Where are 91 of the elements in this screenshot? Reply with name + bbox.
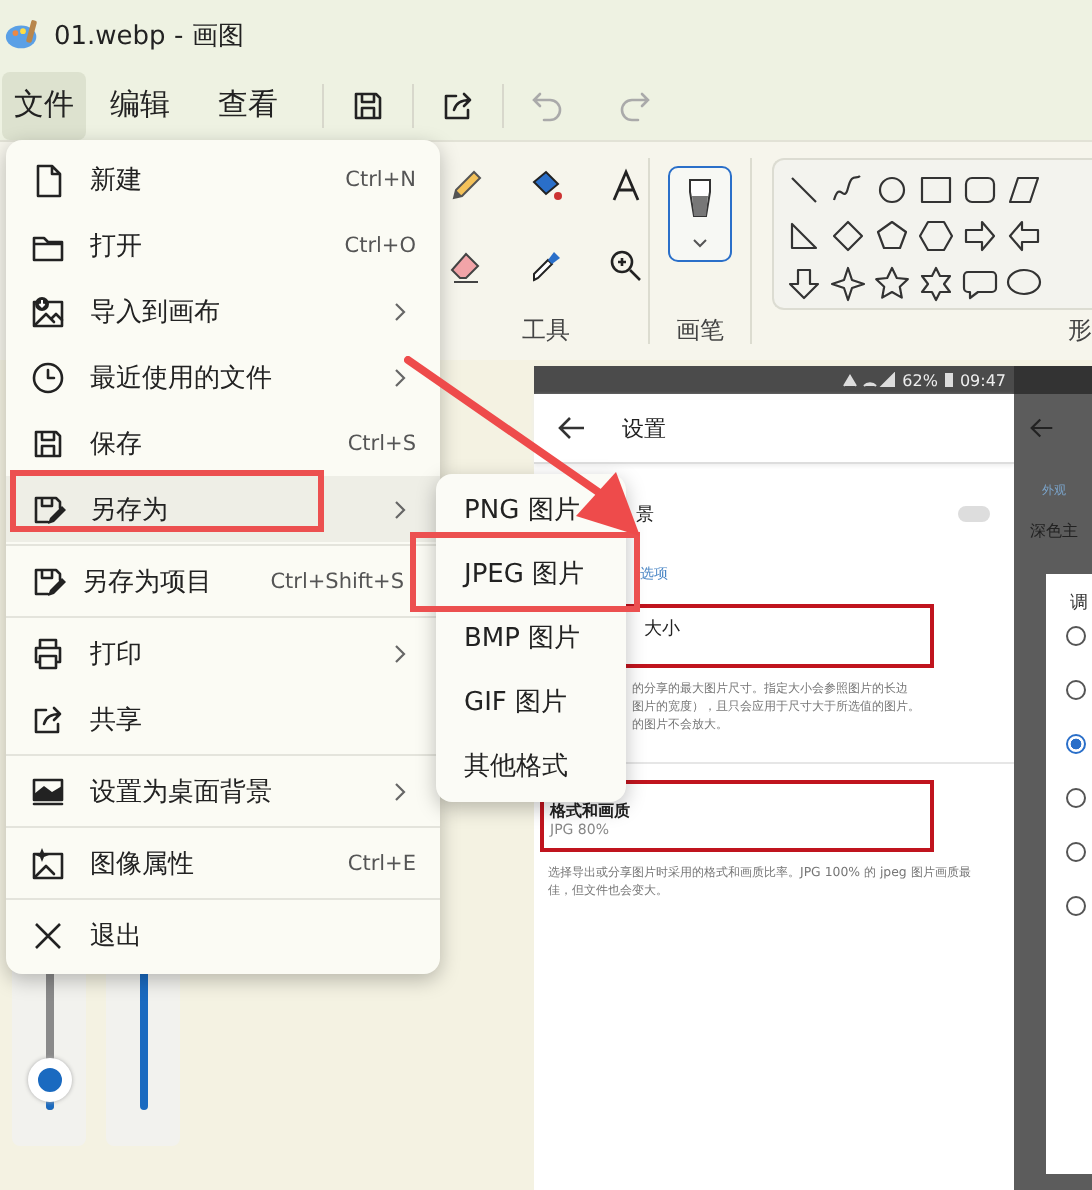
menu-item[interactable]: 保存 Ctrl+S bbox=[6, 410, 440, 476]
shape-icon[interactable] bbox=[1005, 218, 1042, 255]
slider-thumb[interactable] bbox=[27, 1058, 71, 1102]
zoom-icon[interactable] bbox=[605, 246, 646, 286]
radio-button[interactable] bbox=[1066, 896, 1086, 916]
close-icon bbox=[30, 917, 66, 953]
chevron-down-icon bbox=[689, 236, 710, 252]
menu-item[interactable]: 另存为 bbox=[6, 476, 440, 542]
palette-icon bbox=[4, 16, 42, 54]
radio-button[interactable] bbox=[1066, 680, 1086, 700]
shape-icon[interactable] bbox=[961, 265, 998, 302]
shape-icon[interactable] bbox=[1005, 172, 1042, 208]
group-label: 画笔 bbox=[675, 314, 724, 348]
menu-item-label: 打印 bbox=[90, 637, 144, 671]
back-icon bbox=[558, 416, 586, 440]
shape-icon[interactable] bbox=[917, 172, 954, 208]
status-time: 09:47 bbox=[959, 371, 1006, 389]
shortcut-label: Ctrl+Shift+S bbox=[270, 569, 404, 593]
menu-item[interactable]: 设置为桌面背景 bbox=[6, 758, 440, 824]
window-title: 01.webp - 画图 bbox=[54, 19, 244, 53]
menu-item[interactable]: 共享 bbox=[6, 686, 440, 752]
shape-icon[interactable] bbox=[873, 265, 910, 302]
shape-icon[interactable] bbox=[873, 218, 910, 255]
menu-item[interactable]: 其他格式 bbox=[436, 734, 626, 798]
desktop-image-icon bbox=[30, 773, 66, 809]
shape-icon[interactable] bbox=[829, 218, 866, 255]
toggle-switch[interactable] bbox=[958, 506, 990, 522]
menu-item[interactable]: 图像属性 Ctrl+E bbox=[6, 830, 440, 896]
image-import-icon bbox=[30, 293, 66, 329]
share-icon[interactable] bbox=[440, 87, 476, 123]
back-icon bbox=[1030, 416, 1054, 440]
menu-item[interactable]: 查看 bbox=[194, 71, 302, 139]
radio-button[interactable] bbox=[1066, 734, 1086, 754]
shape-icon[interactable] bbox=[829, 265, 866, 302]
menu-item-label: 设置为桌面背景 bbox=[90, 775, 274, 809]
menu-item-label: 保存 bbox=[90, 427, 144, 461]
battery-level: 62% bbox=[902, 371, 938, 389]
shape-icon[interactable] bbox=[961, 218, 998, 255]
menu-item[interactable]: 另存为项目 Ctrl+Shift+S bbox=[6, 548, 440, 614]
setting-label: 格式和画质 bbox=[550, 800, 632, 822]
menu-item[interactable]: 最近使用的文件 bbox=[6, 344, 440, 410]
image-properties-icon bbox=[30, 845, 66, 881]
clock-icon bbox=[30, 359, 66, 395]
menu-item-label: 打开 bbox=[90, 229, 144, 263]
shape-icon[interactable] bbox=[785, 265, 822, 302]
group-label: 工具 bbox=[521, 314, 570, 348]
menu-item[interactable]: 打印 bbox=[6, 620, 440, 686]
menu-item-label: 另存为项目 bbox=[82, 565, 214, 599]
menu-item-label: 导入到画布 bbox=[90, 295, 222, 329]
setting-label: 景 bbox=[636, 503, 654, 527]
shape-icon[interactable] bbox=[873, 172, 910, 208]
radio-button[interactable] bbox=[1066, 626, 1086, 646]
brush-button[interactable] bbox=[667, 166, 732, 262]
menu-item-label: 另存为 bbox=[90, 493, 170, 527]
setting-label: 深色主 bbox=[1030, 520, 1078, 542]
radio-button[interactable] bbox=[1066, 788, 1086, 808]
share-icon bbox=[30, 701, 66, 737]
menu-item-label: 最近使用的文件 bbox=[90, 361, 274, 395]
menu-item[interactable]: 退出 bbox=[6, 902, 440, 968]
menu-item-label: 退出 bbox=[90, 919, 144, 953]
brush-icon bbox=[683, 176, 716, 220]
printer-icon bbox=[30, 635, 66, 671]
setting-label: 大小 bbox=[644, 617, 682, 642]
save-edit-icon bbox=[30, 491, 66, 527]
menu-item[interactable]: 编辑 bbox=[86, 71, 194, 139]
radio-button[interactable] bbox=[1066, 842, 1086, 862]
screen-title: 设置 bbox=[622, 413, 666, 443]
battery-icon bbox=[943, 372, 954, 388]
save-icon[interactable] bbox=[350, 87, 386, 123]
shortcut-label: Ctrl+N bbox=[345, 167, 416, 191]
shortcut-label: Ctrl+E bbox=[347, 851, 416, 875]
shortcut-label: Ctrl+O bbox=[344, 233, 416, 257]
save-edit-icon bbox=[30, 563, 66, 599]
shape-icon[interactable] bbox=[785, 172, 822, 208]
menu-item[interactable]: BMP 图片 bbox=[436, 606, 626, 670]
shape-icon[interactable] bbox=[917, 218, 954, 255]
menu-item[interactable]: 导入到画布 bbox=[6, 278, 440, 344]
shortcut-label: Ctrl+S bbox=[347, 431, 416, 455]
menu-item[interactable]: 新建 Ctrl+N bbox=[6, 146, 440, 212]
menu-item-label: 图像属性 bbox=[90, 847, 196, 881]
menu-item-label: 新建 bbox=[90, 163, 144, 197]
menu-item[interactable]: 文件 bbox=[2, 71, 86, 139]
save-icon bbox=[30, 425, 66, 461]
shape-icon[interactable] bbox=[961, 172, 998, 208]
shape-icon[interactable] bbox=[917, 265, 954, 302]
dialog-title: 调 bbox=[1070, 591, 1088, 616]
group-label: 形 bbox=[1067, 314, 1092, 348]
menu-item[interactable]: GIF 图片 bbox=[436, 670, 626, 734]
shape-icon[interactable] bbox=[785, 218, 822, 255]
menu-item[interactable]: 打开 Ctrl+O bbox=[6, 212, 440, 278]
menu-item-label: 共享 bbox=[90, 703, 144, 737]
